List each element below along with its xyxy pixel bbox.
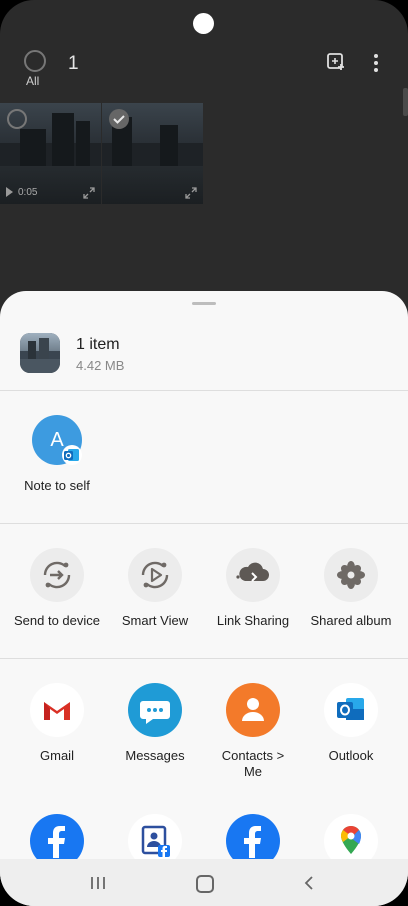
messages-share-button[interactable]: Messages <box>106 683 204 764</box>
divider <box>0 658 408 659</box>
gallery-thumbnail[interactable]: 0:05 <box>0 103 101 204</box>
smart-view-icon <box>128 548 182 602</box>
video-duration: 0:05 <box>18 187 38 198</box>
gmail-label: Gmail <box>40 748 74 763</box>
expand-icon[interactable] <box>83 187 95 199</box>
phone-screen: All 1 0:05 1 item 4.42 MB A Note to self… <box>0 0 408 906</box>
recent-apps-icon[interactable] <box>89 876 107 890</box>
smart-view-button[interactable]: Smart View <box>106 548 204 629</box>
gallery-thumbnail[interactable] <box>102 103 203 204</box>
link-sharing-icon <box>226 548 280 602</box>
shared-item-title: 1 item <box>76 336 120 353</box>
contacts-label: Contacts > Me <box>221 748 285 779</box>
edge-panel-handle[interactable] <box>403 88 408 116</box>
system-navigation-bar <box>0 859 408 906</box>
send-to-device-button[interactable]: Send to device <box>8 548 106 629</box>
expand-icon[interactable] <box>185 187 197 199</box>
add-to-album-icon[interactable] <box>326 52 346 72</box>
select-all-checkbox[interactable] <box>24 50 46 72</box>
shared-album-icon <box>324 548 378 602</box>
shared-album-button[interactable]: Shared album <box>302 548 400 629</box>
video-play-icon <box>6 187 13 197</box>
contact-label: Note to self <box>24 478 90 493</box>
send-to-device-label: Send to device <box>13 613 100 628</box>
outlook-icon <box>324 683 378 737</box>
thumbnail-select-circle[interactable] <box>7 109 27 129</box>
send-to-device-icon <box>30 548 84 602</box>
share-sheet: 1 item 4.42 MB A Note to self Send to de… <box>0 291 408 906</box>
smart-view-label: Smart View <box>121 613 189 628</box>
shared-item-thumbnail <box>20 333 60 373</box>
outlook-badge-icon <box>62 445 82 465</box>
front-camera <box>193 13 214 34</box>
gmail-icon <box>30 683 84 737</box>
outlook-share-button[interactable]: Outlook <box>302 683 400 764</box>
select-all-label: All <box>26 74 40 88</box>
shared-album-label: Shared album <box>310 613 392 628</box>
divider <box>0 390 408 391</box>
contacts-share-button[interactable]: Contacts > Me <box>204 683 302 780</box>
selected-count: 1 <box>68 53 79 74</box>
outlook-label: Outlook <box>328 748 374 763</box>
messages-label: Messages <box>125 748 185 763</box>
shared-item-size: 4.42 MB <box>76 358 125 373</box>
link-sharing-label: Link Sharing <box>216 613 290 628</box>
back-icon[interactable] <box>303 876 315 890</box>
thumbnail-checked-icon[interactable] <box>109 109 129 129</box>
messages-icon <box>128 683 182 737</box>
link-sharing-button[interactable]: Link Sharing <box>204 548 302 629</box>
contacts-icon <box>226 683 280 737</box>
sheet-drag-handle[interactable] <box>192 302 216 305</box>
gmail-share-button[interactable]: Gmail <box>8 683 106 764</box>
home-icon[interactable] <box>196 875 214 893</box>
divider <box>0 523 408 524</box>
gallery-selection-bar: All 1 <box>0 44 408 92</box>
more-options-icon[interactable] <box>372 53 380 73</box>
